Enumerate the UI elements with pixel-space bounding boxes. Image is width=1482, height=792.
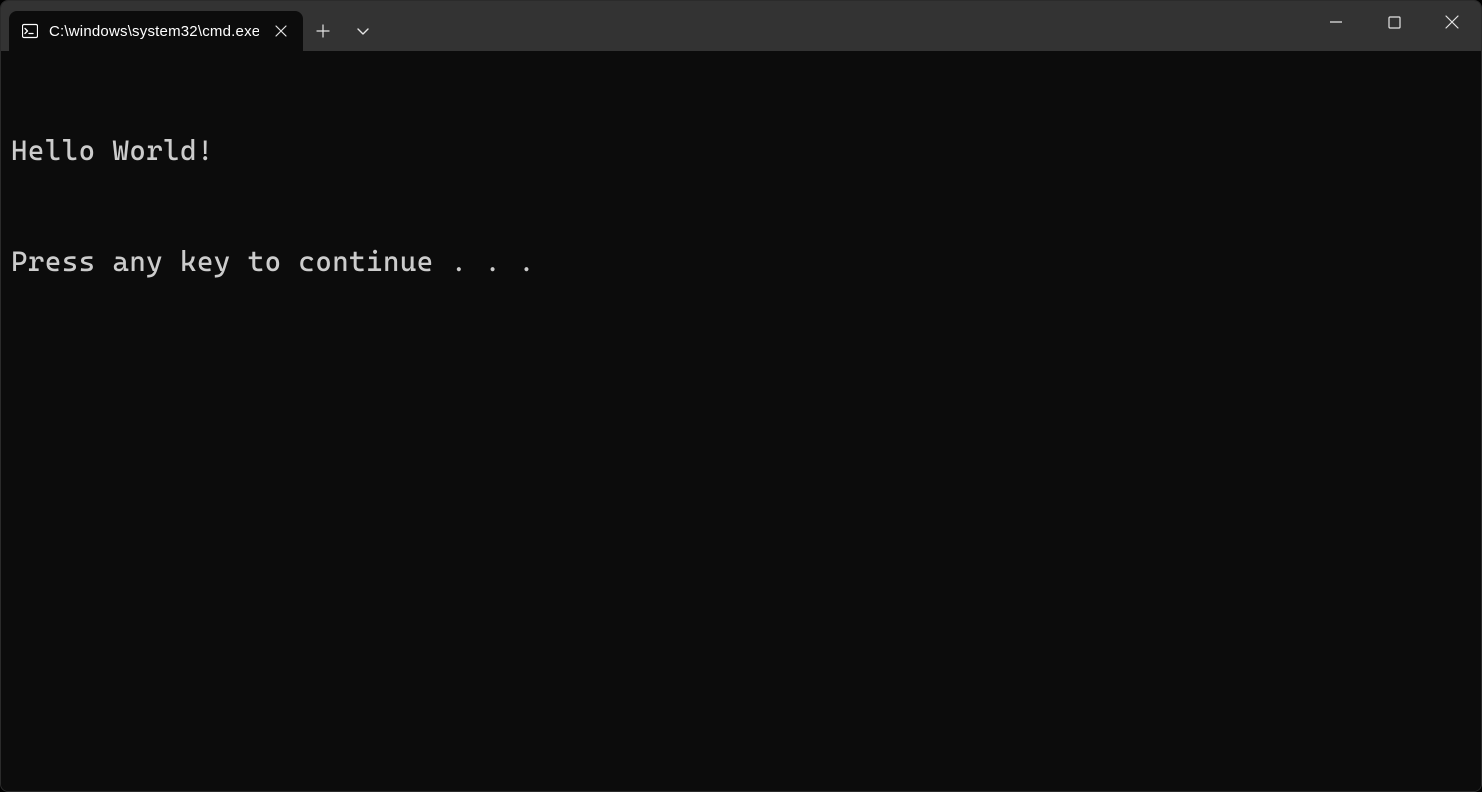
- minimize-button[interactable]: [1307, 1, 1365, 43]
- new-tab-button[interactable]: [303, 11, 343, 51]
- terminal-line: Press any key to continue . . .: [11, 244, 1471, 281]
- tab-title: C:\windows\system32\cmd.exe: [49, 23, 259, 40]
- tab-dropdown-button[interactable]: [343, 11, 383, 51]
- tab-active[interactable]: C:\windows\system32\cmd.exe: [9, 11, 303, 51]
- window-frame: C:\windows\system32\cmd.exe: [0, 0, 1482, 792]
- window-controls: [1307, 1, 1481, 51]
- titlebar[interactable]: C:\windows\system32\cmd.exe: [1, 1, 1481, 51]
- tab-strip: C:\windows\system32\cmd.exe: [1, 1, 383, 51]
- close-window-button[interactable]: [1423, 1, 1481, 43]
- maximize-button[interactable]: [1365, 1, 1423, 43]
- terminal-icon: [21, 22, 39, 40]
- close-tab-button[interactable]: [269, 19, 293, 43]
- terminal-line: Hello World!: [11, 133, 1471, 170]
- terminal-output[interactable]: Hello World! Press any key to continue .…: [1, 51, 1481, 791]
